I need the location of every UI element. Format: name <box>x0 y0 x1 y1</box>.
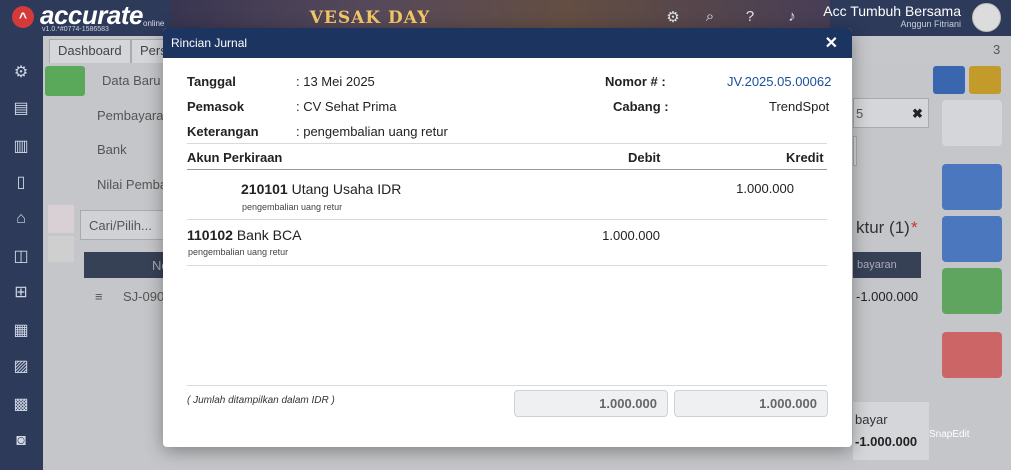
currency-footnote: ( Jumlah ditampilkan dalam IDR ) <box>187 395 335 406</box>
row-kredit: 1.000.000 <box>736 181 794 196</box>
pemasok-value: : CV Sehat Prima <box>296 99 397 114</box>
row-memo: pengembalian uang retur <box>242 202 343 212</box>
faktur-heading: ktur (1) <box>856 218 910 237</box>
nilai-pembayaran-label: Nilai Pemba <box>97 177 168 192</box>
bank-icon[interactable]: ⌂ <box>10 208 32 230</box>
total-debit-field: 1.000.000 <box>514 390 668 417</box>
save-button[interactable] <box>942 100 1002 146</box>
tanggal-label: Tanggal <box>187 74 236 89</box>
snapedit-watermark: SnapEdit <box>929 429 970 440</box>
field-value: 5 <box>856 106 864 121</box>
column-header-akun: Akun Perkiraan <box>187 150 283 165</box>
report-icon[interactable]: ▨ <box>10 356 32 378</box>
pembayaran-label: Pembayaran <box>97 108 171 123</box>
account-code: 210101 <box>241 181 288 197</box>
cabang-value: TrendSpot <box>769 99 830 114</box>
account-code: 110102 <box>187 227 233 243</box>
total-kredit-field: 1.000.000 <box>674 390 828 417</box>
user-name: Anggun Fitriani <box>900 19 961 29</box>
cart-icon[interactable]: ⊞ <box>10 282 32 304</box>
summary-box: bayar -1.000.000 <box>853 402 929 460</box>
tax-report-icon[interactable]: ▩ <box>10 394 32 416</box>
modal-title: Rincian Jurnal <box>171 36 248 50</box>
row-memo: pengembalian uang retur <box>188 247 289 257</box>
table-header: No <box>84 252 169 278</box>
tab-dashboard[interactable]: Dashboard <box>49 39 131 63</box>
bell-icon[interactable]: ♪ <box>782 8 802 25</box>
help-icon[interactable]: ? <box>740 8 760 25</box>
tanggal-value: : 13 Mei 2025 <box>296 74 375 89</box>
cabang-label: Cabang : <box>613 99 669 114</box>
drag-handle-icon[interactable]: ≡ <box>95 289 103 304</box>
bank-label: Bank <box>97 142 127 157</box>
sales-icon[interactable]: ▤ <box>10 98 32 120</box>
more-button[interactable] <box>942 268 1002 314</box>
help-button[interactable] <box>969 66 1001 94</box>
account-name: Bank BCA <box>236 227 302 243</box>
table-row[interactable]: 210101 Utang Usaha IDR <box>241 181 401 197</box>
accurate-logo-icon[interactable]: ^ <box>12 6 34 28</box>
modal-header: Rincian Jurnal ✕ <box>163 28 852 58</box>
search-input[interactable]: Cari/Pilih... <box>80 210 168 240</box>
bag-icon[interactable]: ◫ <box>10 246 32 268</box>
document-tab-icon[interactable] <box>48 205 74 233</box>
sidebar: ⚙ ▤ ▥ ▯ ⌂ ◫ ⊞ ▦ ▨ ▩ ◙ <box>0 36 43 470</box>
tab-count[interactable]: 3 <box>993 42 1000 57</box>
required-marker: * <box>911 218 918 237</box>
settings-icon[interactable]: ⚙ <box>10 62 32 84</box>
bayar-label: bayar <box>855 412 888 427</box>
print-button[interactable] <box>942 164 1002 210</box>
data-baru-tab[interactable]: Data Baru <box>102 73 161 88</box>
attach-button[interactable] <box>942 216 1002 262</box>
document-icon[interactable]: ▯ <box>10 172 32 194</box>
row-divider <box>187 219 827 220</box>
building-icon[interactable]: ▥ <box>10 136 32 158</box>
table-row[interactable]: 110102 Bank BCA <box>187 227 301 243</box>
delete-button[interactable] <box>942 332 1002 378</box>
search-placeholder: Cari/Pilih... <box>89 218 152 233</box>
column-header-kredit: Kredit <box>786 150 824 165</box>
column-header-pembayaran: bayaran <box>857 259 897 271</box>
payment-column-header: bayaran <box>853 252 921 278</box>
field-box[interactable]: 5 ✖ <box>853 98 929 128</box>
finance-icon[interactable]: ◙ <box>10 430 32 452</box>
info-icon[interactable] <box>48 236 74 262</box>
search-icon[interactable]: ⌕ <box>700 8 720 25</box>
settings-button[interactable] <box>933 66 965 94</box>
field-box-2[interactable] <box>853 136 857 166</box>
list-icon[interactable] <box>45 66 85 96</box>
inventory-icon[interactable]: ▦ <box>10 320 32 342</box>
tax-icon[interactable]: ⚙ <box>663 8 683 26</box>
clear-icon[interactable]: ✖ <box>912 106 923 122</box>
column-header-debit: Debit <box>628 150 661 165</box>
row-amount: -1.000.000 <box>856 289 919 304</box>
divider <box>187 143 827 144</box>
nomor-label: Nomor # : <box>605 74 666 89</box>
row-divider <box>187 265 827 266</box>
bayar-amount: -1.000.000 <box>855 434 918 449</box>
logo-subtitle: online <box>143 19 165 28</box>
close-icon[interactable]: ✕ <box>825 33 838 53</box>
header-divider <box>187 169 827 170</box>
company-name[interactable]: Acc Tumbuh Bersama <box>823 3 961 19</box>
keterangan-label: Keterangan <box>187 124 259 139</box>
row-debit: 1.000.000 <box>602 228 660 243</box>
version-label: v1.0.*#0774-1586583 <box>42 26 109 33</box>
journal-detail-modal: Rincian Jurnal ✕ Tanggal : 13 Mei 2025 P… <box>163 28 852 447</box>
avatar[interactable] <box>972 3 1001 32</box>
pemasok-label: Pemasok <box>187 99 245 114</box>
keterangan-value: : pengembalian uang retur <box>296 124 448 139</box>
account-name: Utang Usaha IDR <box>291 181 402 197</box>
footer-divider <box>187 385 827 386</box>
journal-number-link[interactable]: JV.2025.05.00062 <box>727 74 831 89</box>
